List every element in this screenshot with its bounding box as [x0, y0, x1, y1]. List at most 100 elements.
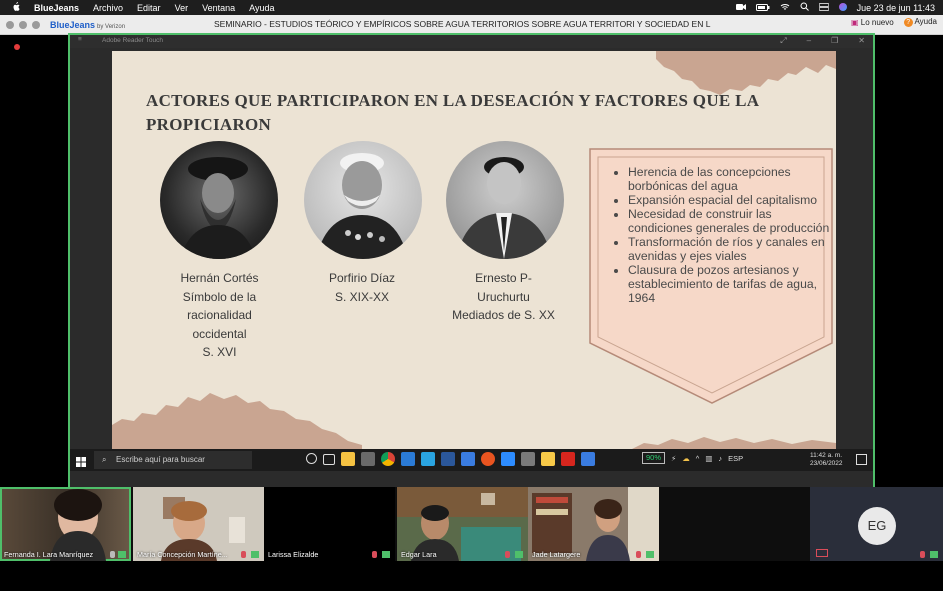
mic-muted-icon — [505, 551, 510, 558]
calculator-icon[interactable] — [361, 452, 375, 466]
file-explorer-icon[interactable] — [341, 452, 355, 466]
chrome-icon[interactable] — [381, 452, 395, 466]
menu-editar[interactable]: Editar — [137, 3, 161, 13]
factor-item: Herencia de las concepciones borbónicas … — [628, 165, 836, 193]
slide-title: ACTORES QUE PARTICIPARON EN LA DESEACIÓN… — [146, 91, 759, 134]
mic-muted-icon — [636, 551, 641, 558]
menu-archivo[interactable]: Archivo — [93, 3, 123, 13]
windows-start-icon[interactable] — [76, 454, 86, 472]
close-icon[interactable]: ✕ — [858, 36, 865, 46]
search-icon: ⌕ — [102, 455, 107, 464]
shared-window-titlebar: ≡ Adobe Reader Touch ⤢ – ❐ ✕ — [70, 35, 873, 48]
zoom-window-button[interactable] — [32, 20, 40, 29]
participant-tile[interactable]: Jade Latargere — [528, 487, 659, 561]
participant-avatar: EG — [858, 507, 896, 545]
window-controls — [6, 20, 40, 29]
factors-list: Herencia de las concepciones borbónicas … — [612, 165, 836, 305]
acrobat-icon[interactable] — [561, 452, 575, 466]
portrait-porfirio-diaz — [304, 141, 422, 259]
menubar-clock: Jue 23 de jun 11:43 — [856, 2, 935, 13]
shared-screen[interactable]: ≡ Adobe Reader Touch ⤢ – ❐ ✕ ACTORES QUE… — [68, 33, 875, 489]
torn-paper-decoration-bottom — [112, 393, 362, 449]
books-app-icon[interactable] — [401, 452, 415, 466]
video-app-icon[interactable] — [521, 452, 535, 466]
search-spotlight-icon[interactable] — [800, 2, 809, 13]
camera-status-icon[interactable] — [735, 3, 746, 13]
help-button[interactable]: ? Ayuda — [903, 17, 937, 27]
participant-name: Larissa Elizalde — [268, 550, 319, 559]
participant-name: Jade Latargere — [532, 550, 581, 559]
bluejeans-logo: BlueJeans by Verizon — [50, 19, 126, 30]
zoom-icon[interactable] — [501, 452, 515, 466]
restore-icon[interactable]: ❐ — [831, 36, 838, 46]
signal-icon — [646, 551, 654, 558]
whats-new-button[interactable]: ▣ Lo nuevo — [851, 18, 894, 27]
system-tray: 90% ⚡ ☁ ^ ▥ ♪ ESP — [642, 452, 743, 464]
shared-window-title: Adobe Reader Touch — [102, 37, 163, 44]
network-icon[interactable]: ▥ — [705, 454, 712, 463]
task-view-icon[interactable] — [323, 454, 335, 465]
taskbar-apps — [306, 452, 595, 466]
participant-tile[interactable]: Fernanda I. Lara Manríquez — [0, 487, 131, 561]
wifi-icon[interactable] — [780, 3, 790, 13]
signal-icon — [382, 551, 390, 558]
camera-off-icon — [816, 549, 828, 557]
participants-strip: Fernanda I. Lara Manríquez María Concepc… — [0, 487, 943, 561]
gift-icon: ▣ — [850, 17, 859, 27]
weather-icon[interactable]: ☁ — [682, 454, 690, 463]
participant-tile[interactable]: María Concepción Martíne... — [133, 487, 264, 561]
chevron-up-icon[interactable]: ^ — [696, 454, 700, 463]
minimize-window-button[interactable] — [19, 20, 27, 29]
app-menu-bluejeans[interactable]: BlueJeans — [34, 3, 79, 13]
menu-ayuda[interactable]: Ayuda — [249, 3, 274, 13]
menu-ver[interactable]: Ver — [175, 3, 189, 13]
power-plug-icon[interactable]: ⚡ — [671, 454, 676, 463]
portrait-hernan-cortes — [160, 141, 278, 259]
mac-menubar: BlueJeans Archivo Editar Ver Ventana Ayu… — [0, 0, 943, 15]
menu-ventana[interactable]: Ventana — [202, 3, 235, 13]
language-indicator[interactable]: ESP — [728, 454, 743, 463]
mic-muted-icon — [241, 551, 246, 558]
taskbar-clock[interactable]: 11:42 a. m. 23/06/2022 — [810, 452, 843, 468]
cortana-icon[interactable] — [306, 453, 317, 464]
siri-icon[interactable] — [838, 2, 847, 13]
hamburger-menu-icon[interactable]: ≡ — [78, 36, 82, 43]
caption-hernan-cortes: Hernán Cortés Símbolo de la racionalidad… — [180, 271, 259, 359]
bluejeans-taskbar-icon[interactable] — [461, 452, 475, 466]
caption-porfirio-diaz: Porfirio Díaz S. XIX-XX — [328, 271, 396, 304]
volume-icon[interactable]: ♪ — [718, 454, 722, 463]
signal-icon — [930, 551, 938, 558]
participant-tile[interactable]: Larissa Elizalde — [264, 487, 395, 561]
app-titlebar: BlueJeans by Verizon SEMINARIO - ESTUDIOS… — [0, 15, 943, 35]
battery-status-icon[interactable] — [755, 3, 770, 13]
windows-taskbar: ⌕ Escribe aquí para buscar 90% ⚡ ☁ ^ ▥ ♪… — [70, 449, 873, 471]
bottom-bar — [0, 561, 943, 591]
caption-ernesto-uruchurtu: Ernesto P- Uruchurtu Mediados de S. XX — [452, 271, 555, 322]
presentation-slide: ACTORES QUE PARTICIPARON EN LA DESEACIÓN… — [112, 51, 836, 449]
signal-icon — [251, 551, 259, 558]
factor-item: Clausura de pozos artesianos y estableci… — [628, 263, 836, 305]
close-window-button[interactable] — [6, 20, 14, 29]
apple-icon[interactable] — [12, 2, 20, 13]
notifications-icon[interactable] — [856, 454, 867, 465]
mic-muted-icon — [920, 551, 925, 558]
factor-item: Necesidad de construir las condiciones g… — [628, 207, 836, 235]
participant-name: María Concepción Martíne... — [137, 550, 228, 559]
app-yellow-icon[interactable] — [541, 452, 555, 466]
factor-item: Expansión espacial del capitalismo — [628, 193, 836, 207]
app-orange-icon[interactable] — [481, 452, 495, 466]
word-icon[interactable] — [441, 452, 455, 466]
torn-paper-decoration-bottom-right — [632, 437, 836, 449]
app-l-icon[interactable] — [421, 452, 435, 466]
participant-name: Edgar Lara — [401, 550, 437, 559]
fullscreen-icon[interactable]: ⤢ — [780, 36, 786, 46]
mic-muted-icon — [110, 551, 115, 558]
taskbar-search-input[interactable]: ⌕ Escribe aquí para buscar — [94, 451, 252, 469]
battery-indicator[interactable]: 90% — [642, 452, 666, 464]
bluejeans-taskbar-icon-2[interactable] — [581, 452, 595, 466]
signal-icon — [118, 551, 126, 558]
signal-icon — [515, 551, 523, 558]
control-center-icon[interactable] — [818, 2, 829, 13]
participant-tile[interactable]: Edgar Lara — [397, 487, 528, 561]
minimize-icon[interactable]: – — [807, 36, 811, 46]
